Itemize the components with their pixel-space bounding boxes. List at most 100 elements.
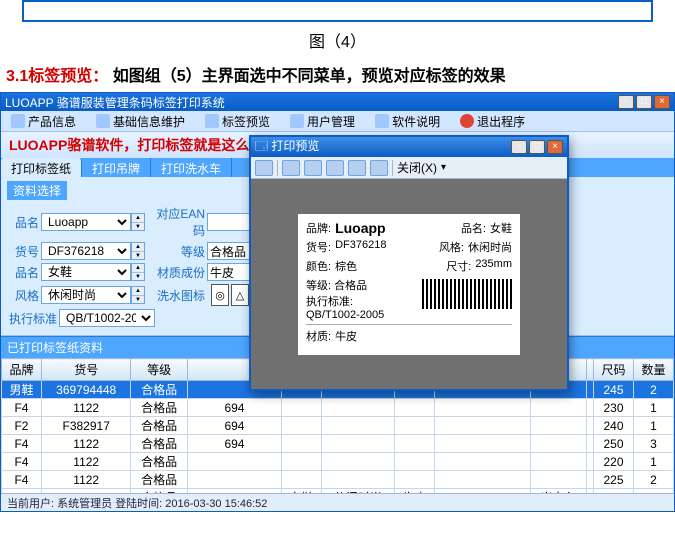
table-cell[interactable]: 2 bbox=[633, 471, 673, 489]
table-cell[interactable]: F4 bbox=[2, 453, 42, 471]
tab-print-hangtag[interactable]: 打印吊牌 bbox=[82, 158, 151, 177]
table-cell[interactable]: 369794448 bbox=[41, 381, 131, 399]
menu-label-preview[interactable]: 标签预览 bbox=[195, 113, 280, 130]
table-cell[interactable] bbox=[321, 471, 394, 489]
table-cell[interactable] bbox=[434, 435, 530, 453]
grid-header-cell[interactable] bbox=[587, 359, 594, 381]
table-cell[interactable] bbox=[587, 381, 594, 399]
code-select[interactable]: DF376218 bbox=[41, 242, 131, 260]
window-maximize-button[interactable]: □ bbox=[636, 95, 652, 109]
table-cell[interactable]: 230 bbox=[594, 399, 634, 417]
exec-select[interactable]: QB/T1002-2005 bbox=[59, 309, 155, 327]
menu-base-info[interactable]: 基础信息维护 bbox=[86, 113, 195, 130]
brand-spin[interactable]: ▲▼ bbox=[131, 213, 145, 231]
grid-header-cell[interactable]: 货号 bbox=[41, 359, 131, 381]
table-cell[interactable] bbox=[282, 417, 322, 435]
table-cell[interactable] bbox=[587, 471, 594, 489]
table-cell[interactable]: 3 bbox=[633, 435, 673, 453]
table-cell[interactable] bbox=[434, 417, 530, 435]
table-cell[interactable] bbox=[434, 471, 530, 489]
table-cell[interactable]: 1 bbox=[633, 417, 673, 435]
table-cell[interactable]: 1 bbox=[633, 399, 673, 417]
menu-product-info[interactable]: 产品信息 bbox=[1, 113, 86, 130]
tab-print-wash-label[interactable]: 打印洗水车 bbox=[151, 158, 232, 177]
table-cell[interactable] bbox=[282, 435, 322, 453]
tab-print-label-paper[interactable]: 打印标签纸 bbox=[1, 158, 82, 177]
window-minimize-button[interactable]: - bbox=[618, 95, 634, 109]
zoom-out-icon[interactable] bbox=[304, 160, 322, 176]
table-cell[interactable]: 合格品 bbox=[131, 399, 187, 417]
table-cell[interactable] bbox=[530, 453, 586, 471]
table-cell[interactable] bbox=[321, 417, 394, 435]
table-cell[interactable] bbox=[434, 399, 530, 417]
table-cell[interactable] bbox=[394, 453, 434, 471]
grid-header-cell[interactable]: 等级 bbox=[131, 359, 187, 381]
table-cell[interactable] bbox=[530, 417, 586, 435]
table-cell[interactable]: 1122 bbox=[41, 435, 131, 453]
table-cell[interactable] bbox=[530, 399, 586, 417]
table-cell[interactable]: 1122 bbox=[41, 453, 131, 471]
table-cell[interactable] bbox=[187, 471, 281, 489]
table-cell[interactable]: F4 bbox=[2, 471, 42, 489]
table-cell[interactable]: 合格品 bbox=[131, 435, 187, 453]
wash-icon-2[interactable]: △ bbox=[231, 284, 249, 306]
zoom-in-icon[interactable] bbox=[282, 160, 300, 176]
table-cell[interactable] bbox=[434, 453, 530, 471]
menu-exit[interactable]: 退出程序 bbox=[450, 113, 535, 130]
name-select[interactable]: 女鞋 bbox=[41, 263, 131, 281]
table-row[interactable]: F41122合格品 2252 bbox=[2, 471, 674, 489]
table-cell[interactable]: 2 bbox=[633, 381, 673, 399]
table-cell[interactable]: F2 bbox=[2, 417, 42, 435]
table-cell[interactable] bbox=[394, 417, 434, 435]
nav-prev-icon[interactable] bbox=[370, 160, 388, 176]
table-cell[interactable]: 1122 bbox=[41, 399, 131, 417]
table-row[interactable]: F41122合格品694 2301 bbox=[2, 399, 674, 417]
table-row[interactable]: F2F382917合格品694 2401 bbox=[2, 417, 674, 435]
table-cell[interactable] bbox=[187, 453, 281, 471]
table-cell[interactable] bbox=[587, 399, 594, 417]
table-cell[interactable]: F382917 bbox=[41, 417, 131, 435]
print-icon[interactable] bbox=[255, 160, 273, 176]
table-cell[interactable] bbox=[394, 399, 434, 417]
preview-close-text[interactable]: 关闭(X) bbox=[397, 159, 437, 176]
table-cell[interactable]: 225 bbox=[594, 471, 634, 489]
name-spin[interactable]: ▲▼ bbox=[131, 263, 145, 281]
grid-header-cell[interactable]: 数量 bbox=[633, 359, 673, 381]
table-cell[interactable] bbox=[530, 471, 586, 489]
table-cell[interactable] bbox=[587, 417, 594, 435]
table-cell[interactable]: 1122 bbox=[41, 471, 131, 489]
table-row[interactable]: F41122合格品2201 bbox=[2, 453, 674, 471]
grid-header-cell[interactable]: 尺码 bbox=[594, 359, 634, 381]
menu-user-mgmt[interactable]: 用户管理 bbox=[280, 113, 365, 130]
table-cell[interactable] bbox=[530, 435, 586, 453]
preview-minimize-button[interactable]: - bbox=[511, 140, 527, 154]
window-close-button[interactable]: × bbox=[654, 95, 670, 109]
table-cell[interactable] bbox=[394, 435, 434, 453]
table-row[interactable]: F41122合格品6942503 bbox=[2, 435, 674, 453]
wash-icon-1[interactable]: ◎ bbox=[211, 284, 229, 306]
table-cell[interactable]: 合格品 bbox=[131, 417, 187, 435]
table-cell[interactable]: 合格品 bbox=[131, 453, 187, 471]
preview-close-button[interactable]: × bbox=[547, 140, 563, 154]
nav-first-icon[interactable] bbox=[348, 160, 366, 176]
table-cell[interactable]: F4 bbox=[2, 399, 42, 417]
table-cell[interactable] bbox=[321, 453, 394, 471]
style-select[interactable]: 休闲时尚 bbox=[41, 286, 131, 304]
grid-header-cell[interactable]: 品牌 bbox=[2, 359, 42, 381]
table-cell[interactable] bbox=[587, 453, 594, 471]
table-cell[interactable]: 240 bbox=[594, 417, 634, 435]
table-cell[interactable] bbox=[282, 399, 322, 417]
menu-help[interactable]: 软件说明 bbox=[365, 113, 450, 130]
table-cell[interactable]: 694 bbox=[187, 417, 281, 435]
table-cell[interactable] bbox=[282, 471, 322, 489]
zoom-fit-icon[interactable] bbox=[326, 160, 344, 176]
table-cell[interactable]: 合格品 bbox=[131, 381, 187, 399]
brand-select[interactable]: Luoapp bbox=[41, 213, 131, 231]
table-cell[interactable]: 220 bbox=[594, 453, 634, 471]
preview-maximize-button[interactable]: □ bbox=[529, 140, 545, 154]
table-cell[interactable]: 250 bbox=[594, 435, 634, 453]
table-cell[interactable]: 男鞋 bbox=[2, 381, 42, 399]
table-cell[interactable] bbox=[394, 471, 434, 489]
table-cell[interactable]: 694 bbox=[187, 399, 281, 417]
table-cell[interactable]: 合格品 bbox=[131, 471, 187, 489]
